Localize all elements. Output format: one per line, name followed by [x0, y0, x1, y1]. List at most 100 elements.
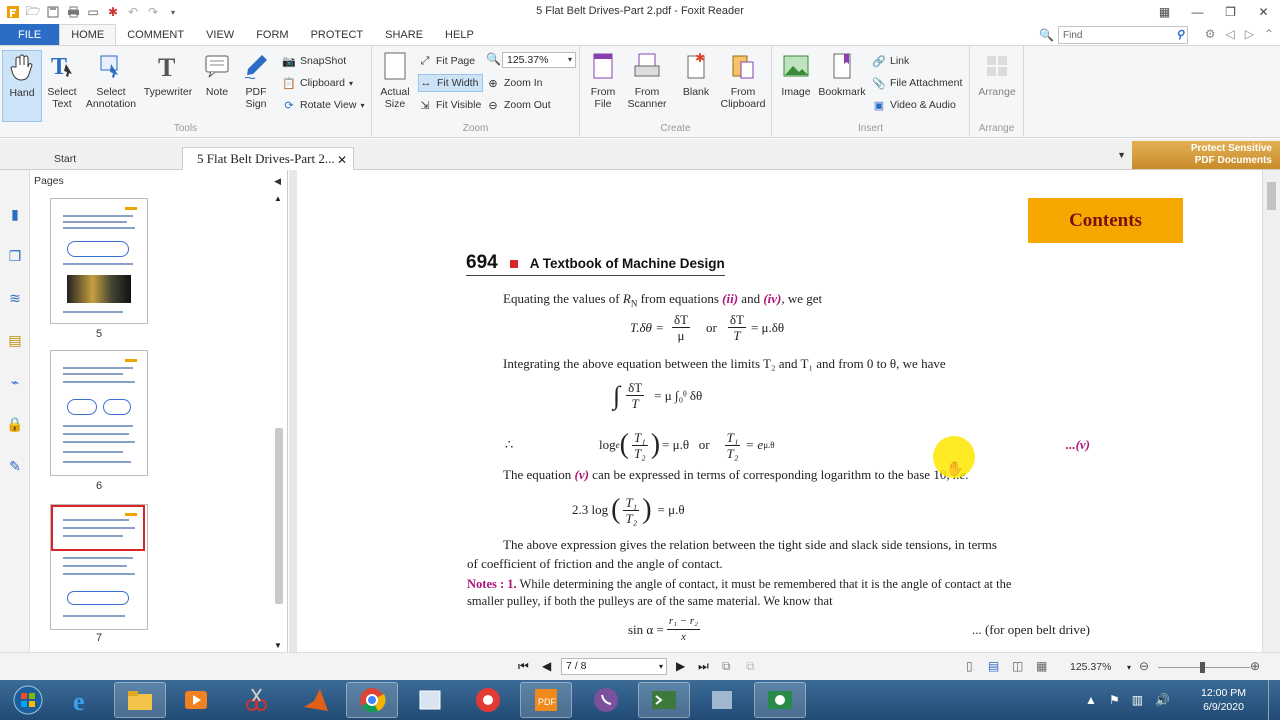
- recorder-icon[interactable]: [462, 682, 514, 718]
- video-audio-button[interactable]: ▣ Video & Audio: [872, 96, 956, 114]
- volume-icon[interactable]: 🔊: [1155, 693, 1170, 707]
- rotate-view-button[interactable]: ⟳ Rotate View ▾: [282, 96, 364, 114]
- minimize-button[interactable]: —: [1181, 0, 1214, 24]
- security-lock-icon[interactable]: 🔒: [5, 414, 25, 434]
- tab-comment[interactable]: COMMENT: [116, 24, 195, 45]
- facing-page-icon[interactable]: ◫: [1012, 659, 1023, 673]
- close-window-button[interactable]: ✕: [1247, 0, 1280, 24]
- zoom-slider[interactable]: [1158, 662, 1250, 673]
- open-icon[interactable]: 🗁: [26, 4, 41, 19]
- forward-arrow-icon[interactable]: ▷: [1245, 27, 1254, 41]
- typewriter-button[interactable]: T Typewriter: [142, 50, 194, 98]
- select-annotation-button[interactable]: Select Annotation: [84, 50, 138, 110]
- continuous-facing-icon[interactable]: ▦: [1036, 659, 1047, 673]
- note-button[interactable]: Note: [200, 50, 234, 98]
- foxit-reader-taskbar-icon[interactable]: PDF: [520, 682, 572, 718]
- find-input[interactable]: Find ⚲: [1058, 26, 1188, 44]
- collapse-panel-icon[interactable]: ◀: [274, 176, 281, 187]
- next-view-icon[interactable]: ⧉: [746, 659, 755, 674]
- previous-page-icon[interactable]: ◀: [542, 659, 551, 673]
- chrome-icon[interactable]: [346, 682, 398, 718]
- tab-form[interactable]: FORM: [245, 24, 299, 45]
- comments-panel-icon[interactable]: ▤: [5, 330, 25, 350]
- tab-start[interactable]: Start: [44, 147, 86, 170]
- image-button[interactable]: Image: [780, 50, 812, 98]
- blank-button[interactable]: ✱ Blank: [680, 50, 712, 98]
- single-page-icon[interactable]: ▯: [966, 659, 973, 673]
- file-explorer-icon[interactable]: [114, 682, 166, 718]
- zoom-slider-knob[interactable]: [1200, 662, 1205, 673]
- undo-icon[interactable]: ↶: [126, 5, 140, 19]
- media-player-icon[interactable]: [170, 682, 222, 718]
- arrange-button[interactable]: Arrange: [976, 50, 1018, 98]
- terminal-icon[interactable]: [638, 682, 690, 718]
- zoom-in-icon[interactable]: ⊕: [1250, 659, 1260, 673]
- save-icon[interactable]: [46, 5, 60, 19]
- bookmark-button[interactable]: Bookmark: [818, 50, 866, 98]
- fit-visible-button[interactable]: ⇲ Fit Visible: [418, 96, 481, 114]
- fit-page-button[interactable]: ⤢ Fit Page: [418, 52, 476, 70]
- clock[interactable]: 12:00 PM 6/9/2020: [1201, 686, 1246, 714]
- link-button[interactable]: 🔗 Link: [872, 52, 909, 70]
- bookmarks-panel-icon[interactable]: ▮: [5, 204, 25, 224]
- network-icon[interactable]: ▥: [1132, 693, 1143, 707]
- continuous-page-icon[interactable]: ▤: [988, 659, 999, 673]
- tab-help[interactable]: HELP: [434, 24, 485, 45]
- search-icon[interactable]: ⚲: [1176, 28, 1184, 41]
- redo-icon[interactable]: ↷: [146, 5, 160, 19]
- last-page-icon[interactable]: ⏭: [698, 659, 709, 674]
- pages-scrollbar[interactable]: ▲ ▼: [272, 192, 286, 652]
- close-tab-icon[interactable]: ✕: [337, 153, 347, 168]
- first-page-icon[interactable]: ⏮: [518, 659, 529, 674]
- signatures-panel-icon[interactable]: ✎: [5, 456, 25, 476]
- viber-icon[interactable]: [580, 682, 632, 718]
- print-icon[interactable]: [66, 5, 80, 19]
- fit-width-button[interactable]: ↔ Fit Width: [418, 74, 484, 92]
- tray-expand-icon[interactable]: ▲: [1085, 693, 1097, 707]
- settings-gear-icon[interactable]: ⚙: [1205, 27, 1216, 41]
- pdf-sign-button[interactable]: PDF Sign: [238, 50, 274, 110]
- scroll-down-icon[interactable]: ▼: [274, 641, 282, 650]
- tab-home[interactable]: HOME: [59, 24, 117, 45]
- action-center-icon[interactable]: ⚑: [1109, 693, 1120, 707]
- zoom-level-dropdown-icon[interactable]: ▾: [1127, 663, 1131, 672]
- document-scrollbar[interactable]: [1262, 170, 1280, 652]
- page-thumbnail-7[interactable]: [50, 504, 148, 630]
- from-clipboard-button[interactable]: From Clipboard: [720, 50, 766, 110]
- select-text-button[interactable]: T Select Text: [44, 50, 80, 110]
- clipboard-button[interactable]: 📋 Clipboard ▾: [282, 74, 353, 92]
- properties-icon[interactable]: ▭: [86, 5, 100, 19]
- tab-file[interactable]: FILE: [0, 24, 60, 45]
- snapshot-button[interactable]: 📷 SnapShot: [282, 52, 346, 70]
- zoom-out-button[interactable]: ⊖ Zoom Out: [486, 96, 550, 114]
- page-number-field[interactable]: 7 / 8 ▾: [561, 658, 667, 675]
- tabs-dropdown-icon[interactable]: ▼: [1117, 150, 1126, 160]
- layout-icon[interactable]: ▦: [1148, 0, 1181, 24]
- start-button[interactable]: [2, 682, 54, 718]
- tab-view[interactable]: VIEW: [195, 24, 245, 45]
- file-attachment-button[interactable]: 📎 File Attachment: [872, 74, 962, 92]
- notes-app-icon[interactable]: [696, 682, 748, 718]
- protect-banner[interactable]: Protect Sensitive PDF Documents: [1132, 141, 1280, 169]
- pages-scroll-thumb[interactable]: [275, 428, 283, 604]
- back-arrow-icon[interactable]: ◁: [1225, 27, 1234, 41]
- previous-view-icon[interactable]: ⧉: [722, 659, 731, 674]
- zoom-select[interactable]: 125.37% ▾: [502, 52, 576, 68]
- zoom-out-icon[interactable]: ⊖: [1139, 659, 1149, 673]
- tab-share[interactable]: SHARE: [374, 24, 434, 45]
- ie-icon[interactable]: e: [58, 682, 110, 718]
- page-thumbnail-5[interactable]: [50, 198, 148, 324]
- find-options-icon[interactable]: 🔍: [1039, 28, 1054, 42]
- document-scroll-thumb[interactable]: [1267, 182, 1276, 210]
- matlab-icon[interactable]: [290, 682, 342, 718]
- next-page-icon[interactable]: ▶: [676, 659, 685, 673]
- layers-panel-icon[interactable]: ≋: [5, 288, 25, 308]
- show-desktop-button[interactable]: [1268, 680, 1280, 720]
- attachments-panel-icon[interactable]: ⌁: [5, 372, 25, 392]
- screen-recorder-icon[interactable]: [754, 682, 806, 718]
- pages-panel-icon[interactable]: ❐: [5, 246, 25, 266]
- hand-button[interactable]: Hand: [2, 50, 42, 122]
- tab-document[interactable]: 5 Flat Belt Drives-Part 2... ✕: [182, 147, 354, 170]
- snipping-tool-icon[interactable]: [230, 682, 282, 718]
- from-file-button[interactable]: From File: [588, 50, 618, 110]
